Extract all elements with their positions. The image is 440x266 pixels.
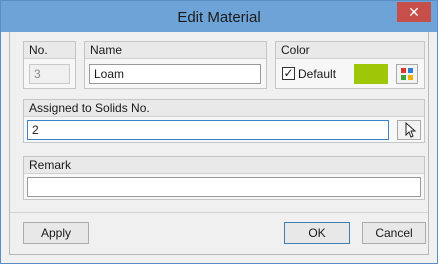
name-group: Name Loam — [84, 41, 267, 89]
color-label: Color — [276, 42, 424, 59]
assigned-group: Assigned to Solids No. 2 — [23, 99, 425, 143]
color-swatch — [354, 64, 388, 84]
remark-label: Remark — [24, 157, 424, 174]
ok-button[interactable]: OK — [284, 222, 350, 244]
close-icon: ✕ — [408, 4, 420, 20]
no-field: 3 — [29, 64, 70, 84]
select-solids-button[interactable] — [397, 120, 421, 140]
dialog-body: No. 3 Name Loam Color ✓ Default Assigned… — [9, 32, 429, 255]
default-color-checkbox[interactable]: ✓ — [282, 67, 295, 80]
color-palette-icon — [401, 68, 413, 80]
dialog-title: Edit Material — [177, 9, 261, 26]
remark-input[interactable] — [27, 177, 421, 197]
assigned-solids-input[interactable]: 2 — [27, 120, 389, 140]
default-color-label: Default — [298, 67, 337, 81]
footer-separator — [10, 212, 428, 213]
cancel-button[interactable]: Cancel — [362, 222, 426, 244]
title-bar[interactable]: Edit Material ✕ — [1, 1, 437, 32]
color-picker-button[interactable] — [396, 64, 418, 84]
close-button[interactable]: ✕ — [397, 2, 431, 22]
select-cursor-icon — [405, 121, 417, 138]
assigned-label: Assigned to Solids No. — [24, 100, 424, 117]
color-group: Color ✓ Default — [275, 41, 425, 89]
name-input[interactable]: Loam — [89, 64, 261, 84]
no-label: No. — [24, 42, 75, 59]
no-group: No. 3 — [23, 41, 76, 89]
checkmark-icon: ✓ — [283, 66, 294, 80]
remark-group: Remark — [23, 156, 425, 200]
apply-button[interactable]: Apply — [23, 222, 89, 244]
name-label: Name — [85, 42, 266, 59]
edit-material-dialog: Edit Material ✕ No. 3 Name Loam Color ✓ … — [0, 0, 438, 264]
